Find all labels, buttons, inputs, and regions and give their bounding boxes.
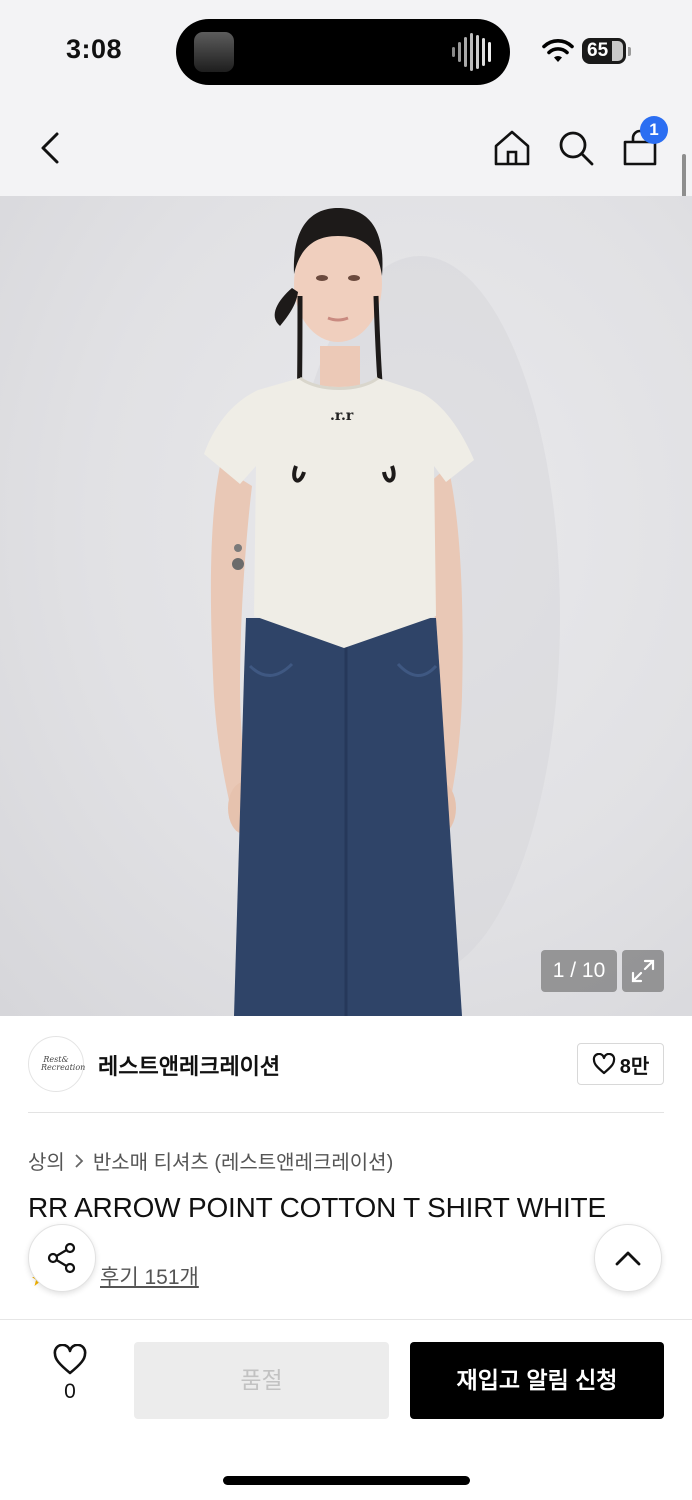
battery-empty-fill bbox=[612, 41, 623, 61]
status-time: 3:08 bbox=[66, 34, 123, 64]
wifi-icon bbox=[542, 39, 574, 62]
battery-level: 65 bbox=[587, 40, 609, 61]
expand-image-button[interactable] bbox=[622, 950, 664, 992]
dynamic-island bbox=[176, 19, 510, 85]
home-indicator[interactable] bbox=[223, 1476, 470, 1485]
now-playing-thumbnail bbox=[194, 32, 234, 72]
heart-icon bbox=[53, 1344, 87, 1375]
chevron-right-icon bbox=[75, 1153, 84, 1168]
divider bbox=[28, 1112, 664, 1113]
brand-row[interactable]: Rest& Recreation 레스트앤레크레이션 8만 bbox=[28, 1036, 664, 1092]
app-header: 1 bbox=[0, 100, 692, 196]
scroll-top-button[interactable] bbox=[594, 1224, 662, 1292]
svg-text:.r.r: .r.r bbox=[330, 408, 354, 424]
image-counter: 1 / 10 bbox=[541, 950, 617, 992]
brand-logo-text: Rest& Recreation bbox=[41, 1055, 86, 1072]
breadcrumb-item[interactable]: 상의 bbox=[28, 1146, 65, 1175]
audio-wave-icon bbox=[452, 33, 491, 71]
search-button[interactable] bbox=[552, 122, 600, 174]
model-photo: .r.r bbox=[204, 208, 560, 1016]
heart-icon bbox=[592, 1053, 615, 1075]
home-icon bbox=[494, 130, 530, 166]
expand-icon bbox=[631, 959, 655, 983]
breadcrumb: 상의 반소매 티셔츠 (레스트앤레크레이션) bbox=[28, 1146, 393, 1175]
status-bar: 3:08 65 bbox=[0, 0, 692, 100]
brand-name[interactable]: 레스트앤레크레이션 bbox=[98, 1049, 280, 1081]
cart-count-badge: 1 bbox=[640, 116, 668, 144]
brand-like-count: 8만 bbox=[619, 1055, 650, 1078]
wishlist-button[interactable]: 0 bbox=[40, 1344, 100, 1416]
share-button[interactable] bbox=[28, 1224, 96, 1292]
brand-like-button[interactable]: 8만 bbox=[577, 1043, 664, 1085]
home-button[interactable] bbox=[488, 122, 536, 174]
battery-icon: 65 bbox=[582, 38, 631, 64]
back-button[interactable] bbox=[26, 122, 74, 174]
back-arrow-icon bbox=[41, 132, 59, 164]
breadcrumb-item[interactable]: 반소매 티셔츠 (레스트앤레크레이션) bbox=[93, 1146, 393, 1175]
soldout-button: 품절 bbox=[134, 1342, 389, 1419]
share-icon bbox=[47, 1242, 76, 1274]
restock-alert-button[interactable]: 재입고 알림 신청 bbox=[410, 1342, 664, 1419]
wishlist-count: 0 bbox=[64, 1380, 76, 1403]
review-count-link[interactable]: 후기 151개 bbox=[100, 1261, 199, 1291]
cart-button[interactable]: 1 bbox=[616, 116, 668, 174]
search-icon bbox=[559, 131, 594, 166]
product-image-gallery[interactable]: .r.r bbox=[0, 196, 692, 1016]
chevron-up-icon bbox=[615, 1251, 641, 1266]
brand-logo[interactable]: Rest& Recreation bbox=[28, 1036, 86, 1092]
product-title: RR ARROW POINT COTTON T SHIRT WHITE bbox=[28, 1192, 606, 1223]
